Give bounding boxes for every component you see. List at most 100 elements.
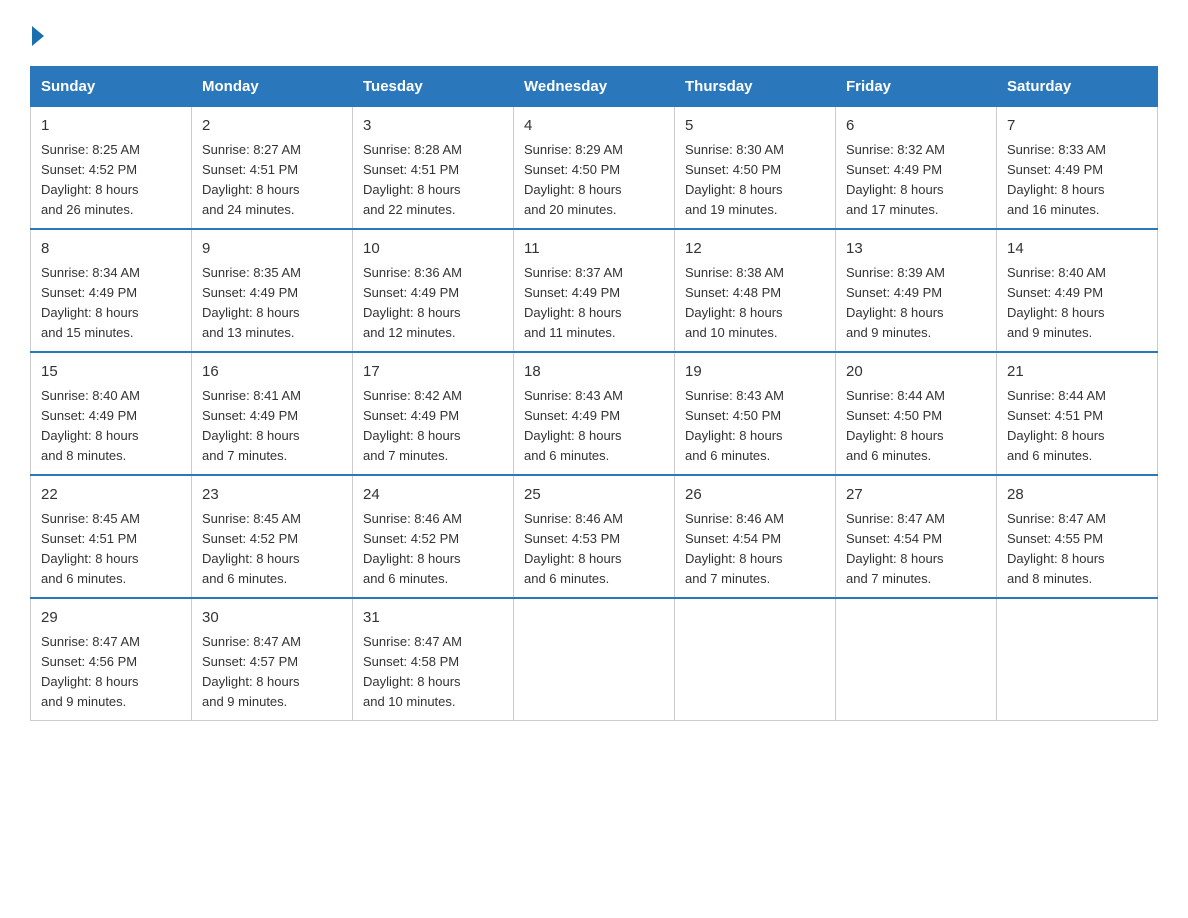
day-number: 19 [685,361,825,384]
day-info: Sunrise: 8:43 AMSunset: 4:50 PMDaylight:… [685,386,825,467]
day-number: 30 [202,607,342,630]
day-info: Sunrise: 8:45 AMSunset: 4:52 PMDaylight:… [202,509,342,590]
calendar-cell: 29Sunrise: 8:47 AMSunset: 4:56 PMDayligh… [31,598,192,721]
calendar-cell: 25Sunrise: 8:46 AMSunset: 4:53 PMDayligh… [514,475,675,598]
day-number: 7 [1007,115,1147,138]
calendar-cell [997,598,1158,721]
calendar-cell: 6Sunrise: 8:32 AMSunset: 4:49 PMDaylight… [836,106,997,229]
day-info: Sunrise: 8:47 AMSunset: 4:57 PMDaylight:… [202,632,342,713]
day-info: Sunrise: 8:28 AMSunset: 4:51 PMDaylight:… [363,140,503,221]
calendar-cell: 16Sunrise: 8:41 AMSunset: 4:49 PMDayligh… [192,352,353,475]
day-number: 29 [41,607,181,630]
day-number: 13 [846,238,986,261]
calendar-cell: 1Sunrise: 8:25 AMSunset: 4:52 PMDaylight… [31,106,192,229]
calendar-cell [514,598,675,721]
day-info: Sunrise: 8:35 AMSunset: 4:49 PMDaylight:… [202,263,342,344]
calendar-cell [836,598,997,721]
calendar-week-row: 8Sunrise: 8:34 AMSunset: 4:49 PMDaylight… [31,229,1158,352]
day-info: Sunrise: 8:42 AMSunset: 4:49 PMDaylight:… [363,386,503,467]
calendar-table: SundayMondayTuesdayWednesdayThursdayFrid… [30,66,1158,721]
day-number: 11 [524,238,664,261]
logo-arrow-icon [32,26,44,46]
calendar-cell: 28Sunrise: 8:47 AMSunset: 4:55 PMDayligh… [997,475,1158,598]
day-info: Sunrise: 8:36 AMSunset: 4:49 PMDaylight:… [363,263,503,344]
calendar-cell: 10Sunrise: 8:36 AMSunset: 4:49 PMDayligh… [353,229,514,352]
day-number: 8 [41,238,181,261]
calendar-cell: 22Sunrise: 8:45 AMSunset: 4:51 PMDayligh… [31,475,192,598]
day-number: 2 [202,115,342,138]
day-info: Sunrise: 8:38 AMSunset: 4:48 PMDaylight:… [685,263,825,344]
calendar-cell: 7Sunrise: 8:33 AMSunset: 4:49 PMDaylight… [997,106,1158,229]
day-info: Sunrise: 8:34 AMSunset: 4:49 PMDaylight:… [41,263,181,344]
day-number: 1 [41,115,181,138]
weekday-header-cell: Tuesday [353,67,514,106]
calendar-cell: 21Sunrise: 8:44 AMSunset: 4:51 PMDayligh… [997,352,1158,475]
weekday-header-cell: Monday [192,67,353,106]
day-number: 18 [524,361,664,384]
day-info: Sunrise: 8:47 AMSunset: 4:56 PMDaylight:… [41,632,181,713]
day-number: 5 [685,115,825,138]
logo [30,30,44,46]
calendar-cell: 26Sunrise: 8:46 AMSunset: 4:54 PMDayligh… [675,475,836,598]
calendar-cell: 19Sunrise: 8:43 AMSunset: 4:50 PMDayligh… [675,352,836,475]
day-number: 20 [846,361,986,384]
calendar-body: 1Sunrise: 8:25 AMSunset: 4:52 PMDaylight… [31,106,1158,721]
calendar-week-row: 1Sunrise: 8:25 AMSunset: 4:52 PMDaylight… [31,106,1158,229]
calendar-cell: 4Sunrise: 8:29 AMSunset: 4:50 PMDaylight… [514,106,675,229]
calendar-cell [675,598,836,721]
day-info: Sunrise: 8:47 AMSunset: 4:54 PMDaylight:… [846,509,986,590]
day-info: Sunrise: 8:47 AMSunset: 4:55 PMDaylight:… [1007,509,1147,590]
day-number: 26 [685,484,825,507]
weekday-header-cell: Friday [836,67,997,106]
day-number: 25 [524,484,664,507]
day-info: Sunrise: 8:46 AMSunset: 4:54 PMDaylight:… [685,509,825,590]
calendar-cell: 2Sunrise: 8:27 AMSunset: 4:51 PMDaylight… [192,106,353,229]
calendar-cell: 17Sunrise: 8:42 AMSunset: 4:49 PMDayligh… [353,352,514,475]
calendar-cell: 8Sunrise: 8:34 AMSunset: 4:49 PMDaylight… [31,229,192,352]
page-header [30,30,1158,46]
day-info: Sunrise: 8:47 AMSunset: 4:58 PMDaylight:… [363,632,503,713]
day-number: 10 [363,238,503,261]
day-number: 3 [363,115,503,138]
day-number: 9 [202,238,342,261]
weekday-header-cell: Saturday [997,67,1158,106]
day-info: Sunrise: 8:46 AMSunset: 4:53 PMDaylight:… [524,509,664,590]
day-info: Sunrise: 8:40 AMSunset: 4:49 PMDaylight:… [41,386,181,467]
day-number: 27 [846,484,986,507]
weekday-header-row: SundayMondayTuesdayWednesdayThursdayFrid… [31,67,1158,106]
day-number: 16 [202,361,342,384]
calendar-cell: 12Sunrise: 8:38 AMSunset: 4:48 PMDayligh… [675,229,836,352]
day-info: Sunrise: 8:40 AMSunset: 4:49 PMDaylight:… [1007,263,1147,344]
calendar-week-row: 15Sunrise: 8:40 AMSunset: 4:49 PMDayligh… [31,352,1158,475]
calendar-cell: 27Sunrise: 8:47 AMSunset: 4:54 PMDayligh… [836,475,997,598]
calendar-cell: 14Sunrise: 8:40 AMSunset: 4:49 PMDayligh… [997,229,1158,352]
day-info: Sunrise: 8:44 AMSunset: 4:50 PMDaylight:… [846,386,986,467]
day-number: 31 [363,607,503,630]
calendar-cell: 3Sunrise: 8:28 AMSunset: 4:51 PMDaylight… [353,106,514,229]
weekday-header-cell: Thursday [675,67,836,106]
day-info: Sunrise: 8:37 AMSunset: 4:49 PMDaylight:… [524,263,664,344]
calendar-cell: 30Sunrise: 8:47 AMSunset: 4:57 PMDayligh… [192,598,353,721]
day-info: Sunrise: 8:39 AMSunset: 4:49 PMDaylight:… [846,263,986,344]
calendar-cell: 9Sunrise: 8:35 AMSunset: 4:49 PMDaylight… [192,229,353,352]
day-info: Sunrise: 8:41 AMSunset: 4:49 PMDaylight:… [202,386,342,467]
day-info: Sunrise: 8:43 AMSunset: 4:49 PMDaylight:… [524,386,664,467]
day-number: 17 [363,361,503,384]
day-number: 21 [1007,361,1147,384]
day-info: Sunrise: 8:32 AMSunset: 4:49 PMDaylight:… [846,140,986,221]
day-number: 12 [685,238,825,261]
calendar-week-row: 22Sunrise: 8:45 AMSunset: 4:51 PMDayligh… [31,475,1158,598]
calendar-cell: 20Sunrise: 8:44 AMSunset: 4:50 PMDayligh… [836,352,997,475]
calendar-cell: 23Sunrise: 8:45 AMSunset: 4:52 PMDayligh… [192,475,353,598]
calendar-cell: 15Sunrise: 8:40 AMSunset: 4:49 PMDayligh… [31,352,192,475]
calendar-week-row: 29Sunrise: 8:47 AMSunset: 4:56 PMDayligh… [31,598,1158,721]
day-number: 24 [363,484,503,507]
day-info: Sunrise: 8:29 AMSunset: 4:50 PMDaylight:… [524,140,664,221]
day-info: Sunrise: 8:30 AMSunset: 4:50 PMDaylight:… [685,140,825,221]
day-number: 15 [41,361,181,384]
day-number: 22 [41,484,181,507]
day-info: Sunrise: 8:33 AMSunset: 4:49 PMDaylight:… [1007,140,1147,221]
calendar-cell: 13Sunrise: 8:39 AMSunset: 4:49 PMDayligh… [836,229,997,352]
day-number: 28 [1007,484,1147,507]
day-number: 14 [1007,238,1147,261]
